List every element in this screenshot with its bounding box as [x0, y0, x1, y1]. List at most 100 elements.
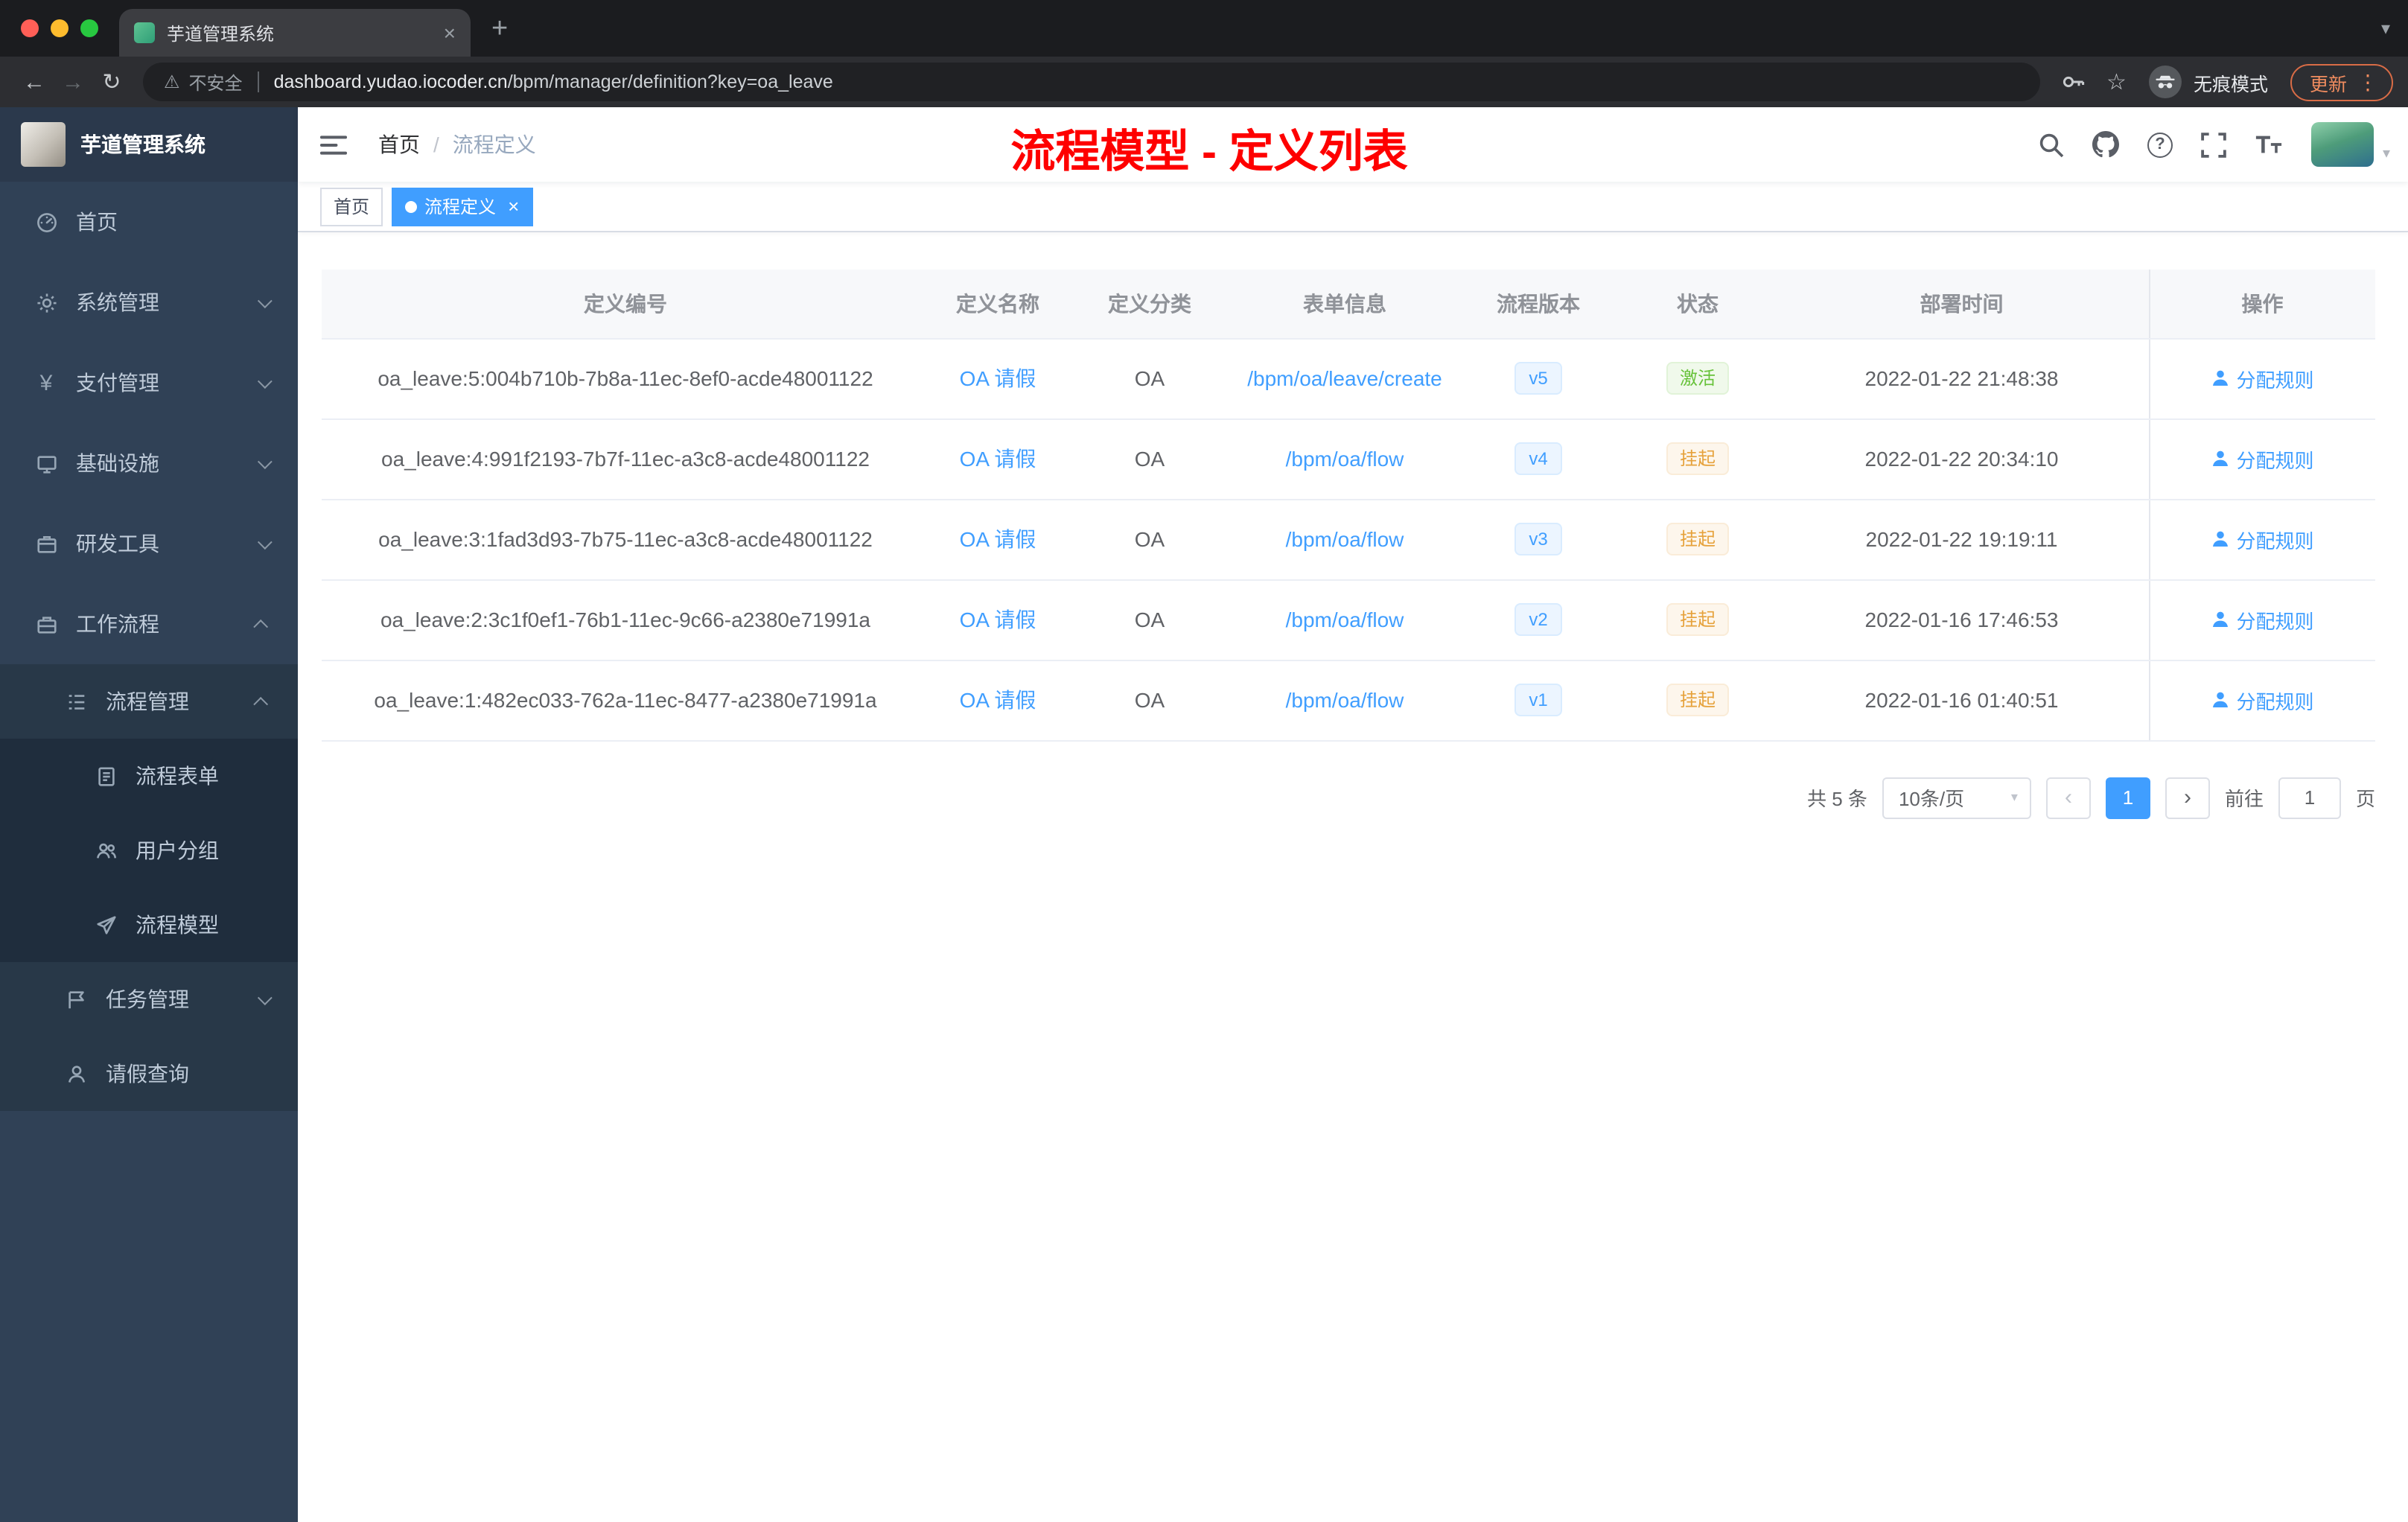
update-label: 更新: [2309, 74, 2347, 95]
sidebar-item-task-mgmt[interactable]: 任务管理: [0, 962, 298, 1037]
assign-rule-link[interactable]: 分配规则: [2211, 605, 2314, 634]
definition-category: OA: [1066, 660, 1233, 741]
bookmark-star-icon[interactable]: ☆: [2106, 71, 2127, 93]
page-content: 定义编号 定义名称 定义分类 表单信息 流程版本 状态 部署时间 操作 oa_l: [298, 232, 2408, 818]
sidebar-item-process-form[interactable]: 流程表单: [0, 739, 298, 813]
person-icon: [2212, 692, 2228, 707]
main-area: 首页 / 流程定义 流程模型 - 定义列表 ? ▾ 首页 流程定义 × 定义编号…: [298, 107, 2408, 1522]
sidebar-item-infra[interactable]: 基础设施: [0, 423, 298, 503]
navbar-actions: ? ▾: [2039, 122, 2408, 167]
back-icon[interactable]: ←: [15, 69, 54, 95]
sidebar-logo[interactable]: 芋道管理系统: [0, 107, 298, 182]
tag-close-icon[interactable]: ×: [508, 197, 519, 216]
document-icon: [94, 765, 118, 787]
deploy-time: 2022-01-22 21:48:38: [1775, 338, 2149, 419]
sidebar-item-label: 工作流程: [76, 612, 159, 636]
page-size-select[interactable]: 10条/页 ▾: [1882, 777, 2031, 818]
sidebar-item-payment[interactable]: ¥ 支付管理: [0, 343, 298, 423]
col-status: 状态: [1620, 270, 1775, 339]
font-size-icon[interactable]: [2255, 133, 2283, 156]
help-icon[interactable]: ?: [2147, 132, 2173, 157]
definition-name-link[interactable]: OA 请假: [960, 688, 1036, 712]
table-row: oa_leave:2:3c1f0ef1-76b1-11ec-9c66-a2380…: [322, 579, 2375, 660]
window-controls: [21, 19, 98, 37]
browser-menu-icon[interactable]: ⋮: [2357, 69, 2378, 95]
minimize-window-button[interactable]: [51, 19, 69, 37]
definition-id: oa_leave:2:3c1f0ef1-76b1-11ec-9c66-a2380…: [322, 579, 929, 660]
definition-id: oa_leave:1:482ec033-762a-11ec-8477-a2380…: [322, 660, 929, 741]
search-icon[interactable]: [2039, 132, 2064, 157]
annotation-title: 流程模型 - 定义列表: [1010, 128, 1408, 177]
version-badge: v5: [1514, 362, 1563, 395]
definition-name-link[interactable]: OA 请假: [960, 527, 1036, 551]
briefcase-icon: [34, 613, 58, 635]
incognito-icon: [2148, 66, 2182, 98]
form-link[interactable]: /bpm/oa/flow: [1286, 688, 1404, 712]
key-icon[interactable]: [2060, 70, 2084, 94]
hamburger-icon[interactable]: [298, 133, 369, 156]
next-page-button[interactable]: ›: [2165, 777, 2210, 818]
address-bar[interactable]: ⚠ 不安全 dashboard.yudao.iocoder.cn/bpm/man…: [143, 63, 2040, 101]
reload-icon[interactable]: ↻: [92, 69, 131, 95]
goto-label: 前往: [2224, 788, 2264, 810]
col-definition-name: 定义名称: [929, 270, 1066, 339]
form-link[interactable]: /bpm/oa/leave/create: [1247, 366, 1442, 390]
url-path: /bpm/manager/definition?key=oa_leave: [507, 71, 833, 92]
sidebar-item-devtools[interactable]: 研发工具: [0, 503, 298, 584]
assign-rule-link[interactable]: 分配规则: [2211, 525, 2314, 553]
status-badge: 挂起: [1666, 684, 1729, 716]
definition-name-link[interactable]: OA 请假: [960, 366, 1036, 390]
person-icon: [2212, 450, 2228, 466]
sidebar-item-label: 流程表单: [136, 764, 219, 788]
github-icon[interactable]: [2092, 131, 2119, 158]
users-icon: [94, 839, 118, 862]
zoom-window-button[interactable]: [80, 19, 98, 37]
goto-page-input[interactable]: [2278, 777, 2341, 818]
close-window-button[interactable]: [21, 19, 39, 37]
breadcrumb: 首页 / 流程定义: [378, 130, 536, 159]
tag-process-definition[interactable]: 流程定义 ×: [392, 187, 533, 226]
browser-tab[interactable]: 芋道管理系统 ×: [119, 9, 471, 57]
sidebar-item-system[interactable]: 系统管理: [0, 262, 298, 343]
breadcrumb-home[interactable]: 首页: [378, 130, 420, 159]
sidebar-item-home[interactable]: 首页: [0, 182, 298, 262]
form-link[interactable]: /bpm/oa/flow: [1286, 447, 1404, 471]
form-link[interactable]: /bpm/oa/flow: [1286, 527, 1404, 551]
assign-rule-link[interactable]: 分配规则: [2211, 686, 2314, 714]
url-host: dashboard.yudao.iocoder.cn: [273, 71, 508, 92]
version-badge: v2: [1514, 603, 1563, 636]
tab-close-icon[interactable]: ×: [444, 22, 456, 43]
sidebar: 芋道管理系统 首页 系统管理 ¥ 支付管理 基础设施 研发工具 工作流程 流程管…: [0, 107, 298, 1522]
sidebar-item-workflow[interactable]: 工作流程: [0, 584, 298, 664]
assign-rule-link[interactable]: 分配规则: [2211, 364, 2314, 392]
browser-update-button[interactable]: 更新 ⋮: [2290, 63, 2393, 101]
tab-title: 芋道管理系统: [167, 23, 275, 44]
sidebar-item-process-mgmt[interactable]: 流程管理: [0, 664, 298, 739]
table-header-row: 定义编号 定义名称 定义分类 表单信息 流程版本 状态 部署时间 操作: [322, 270, 2375, 339]
user-avatar[interactable]: [2310, 122, 2374, 167]
assign-rule-link[interactable]: 分配规则: [2211, 445, 2314, 473]
prev-page-button[interactable]: ‹: [2045, 777, 2091, 818]
col-operation: 操作: [2148, 270, 2375, 339]
definition-name-link[interactable]: OA 请假: [960, 447, 1036, 471]
table-row: oa_leave:1:482ec033-762a-11ec-8477-a2380…: [322, 660, 2375, 741]
tab-search-chevron-icon[interactable]: ▾: [2381, 18, 2390, 39]
sidebar-item-label: 首页: [76, 210, 118, 234]
sidebar-item-leave-query[interactable]: 请假查询: [0, 1037, 298, 1111]
chevron-up-icon: [253, 695, 269, 711]
avatar-caret-icon[interactable]: ▾: [2383, 146, 2390, 162]
page-number-button[interactable]: 1: [2105, 777, 2150, 818]
fullscreen-icon[interactable]: [2201, 132, 2226, 157]
breadcrumb-current: 流程定义: [452, 133, 536, 156]
forward-icon[interactable]: →: [54, 69, 92, 95]
version-badge: v4: [1514, 442, 1563, 475]
incognito-label: 无痕模式: [2193, 74, 2268, 95]
definition-name-link[interactable]: OA 请假: [960, 608, 1036, 631]
sidebar-item-process-model[interactable]: 流程模型: [0, 888, 298, 962]
new-tab-button[interactable]: +: [491, 14, 508, 42]
deploy-time: 2022-01-16 01:40:51: [1775, 660, 2149, 741]
form-link[interactable]: /bpm/oa/flow: [1286, 608, 1404, 631]
sidebar-item-label: 用户分组: [136, 838, 219, 862]
tag-home[interactable]: 首页: [320, 187, 383, 226]
sidebar-item-user-group[interactable]: 用户分组: [0, 813, 298, 888]
